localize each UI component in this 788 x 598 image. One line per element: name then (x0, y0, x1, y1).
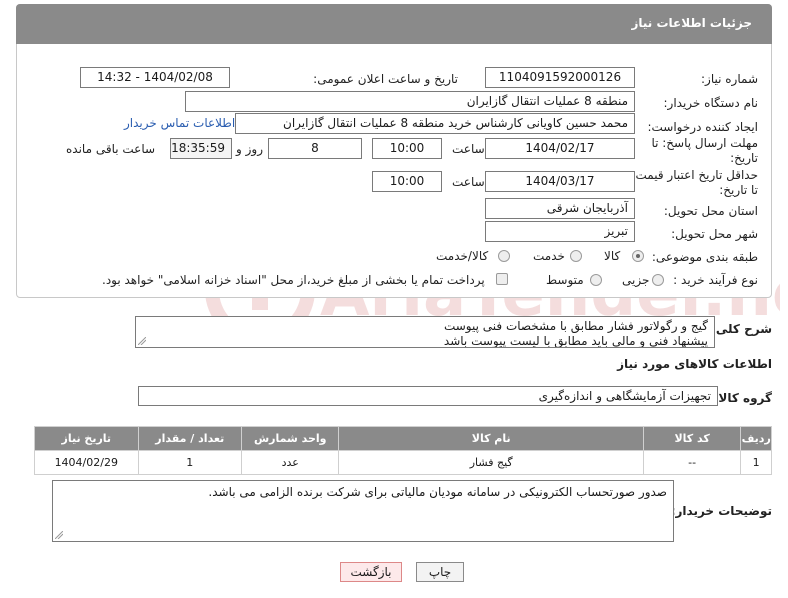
announce-datetime-field[interactable]: 1404/02/08 - 14:32 (80, 67, 230, 88)
description-line-1: گیج و رگولاتور فشار مطابق با مشخصات فنی … (443, 319, 708, 333)
announce-datetime-label: تاریخ و ساعت اعلان عمومی: (313, 72, 458, 86)
col-header-quantity: تعداد / مقدار (137, 426, 243, 451)
print-button[interactable]: چاپ (416, 562, 464, 582)
buyer-contact-link[interactable]: اطلاعات تماس خریدار (124, 116, 235, 130)
city-field[interactable]: تبریز (485, 221, 635, 242)
col-header-row-number: ردیف (740, 426, 772, 451)
process-radio-medium[interactable] (590, 274, 602, 286)
items-table: ردیف کد کالا نام کالا واحد شمارش تعداد /… (34, 426, 772, 475)
col-header-need-date: تاریخ نیاز (34, 426, 139, 451)
deadline-date-field[interactable]: 1404/02/17 (485, 138, 635, 159)
resize-handle-icon[interactable] (138, 337, 146, 345)
remaining-time-label: ساعت باقی مانده (66, 142, 156, 156)
table-header-row: ردیف کد کالا نام کالا واحد شمارش تعداد /… (34, 426, 772, 451)
category-option-goods-service: کالا/خدمت (436, 249, 489, 263)
category-option-service: خدمت (533, 249, 565, 263)
buyer-notes-textarea[interactable]: صدور صورتحساب الکترونیکی در سامانه مودیا… (52, 480, 674, 542)
days-label: روز و (236, 142, 263, 156)
cell-name: گیج فشار (338, 450, 644, 475)
cell-need-date: 1404/02/29 (34, 450, 139, 475)
cell-row-number: 1 (740, 450, 772, 475)
process-option-medium: متوسط (546, 273, 584, 287)
deadline-time-label: ساعت (452, 142, 485, 156)
payment-note: پرداخت تمام یا بخشی از مبلغ خرید،از محل … (102, 273, 485, 287)
col-header-name: نام کالا (338, 426, 644, 451)
category-radio-goods[interactable] (632, 250, 644, 262)
buyer-org-field[interactable]: منطقه 8 عملیات انتقال گازایران (185, 91, 635, 112)
treasury-checkbox[interactable] (496, 273, 508, 285)
table-row[interactable]: 1 -- گیج فشار عدد 1 1404/02/29 (34, 450, 772, 475)
category-radio-goods-service[interactable] (498, 250, 510, 262)
description-textarea[interactable]: گیج و رگولاتور فشار مطابق با مشخصات فنی … (135, 316, 715, 348)
requester-field[interactable]: محمد حسین کاویانی کارشناس خرید منطقه 8 ع… (235, 113, 635, 134)
back-button[interactable]: بازگشت (340, 562, 402, 582)
process-radio-minor[interactable] (652, 274, 664, 286)
process-label: نوع فرآیند خرید : (673, 273, 758, 287)
buyer-notes-label: توضیحات خریدار: (670, 504, 772, 518)
validity-time-label: ساعت (452, 175, 485, 189)
goods-group-label: گروه کالا: (713, 391, 772, 405)
requester-label: ایجاد کننده درخواست: (647, 120, 758, 134)
validity-date-field[interactable]: 1404/03/17 (485, 171, 635, 192)
resize-handle-icon[interactable] (55, 531, 63, 539)
deadline-label-date: تاریخ: (730, 151, 758, 165)
panel-header: جزئیات اطلاعات نیاز (16, 4, 772, 44)
cell-unit: عدد (241, 450, 340, 475)
col-header-unit: واحد شمارش (241, 426, 340, 451)
cell-code: -- (642, 450, 742, 475)
days-field[interactable]: 8 (268, 138, 362, 159)
description-line-2: پیشنهاد فنی و مالی باید مطابق با لیست پی… (443, 334, 708, 348)
category-label: طبقه بندی موضوعی: (651, 250, 758, 264)
validity-time-field[interactable]: 10:00 (372, 171, 442, 192)
city-label: شهر محل تحویل: (671, 227, 758, 241)
col-header-code: کد کالا (642, 426, 742, 451)
cell-quantity: 1 (137, 450, 243, 475)
panel-title: جزئیات اطلاعات نیاز (631, 16, 752, 30)
process-option-minor: جزیی (622, 273, 650, 287)
province-field[interactable]: آذربایجان شرقی (485, 198, 635, 219)
validity-label: حداقل تاریخ اعتبار قیمت: (631, 168, 758, 182)
category-radio-service[interactable] (570, 250, 582, 262)
need-number-label: شماره نیاز: (701, 72, 758, 86)
buyer-org-label: نام دستگاه خریدار: (663, 96, 759, 110)
deadline-label: مهلت ارسال پاسخ: تا (651, 136, 758, 150)
buyer-notes-text: صدور صورتحساب الکترونیکی در سامانه مودیا… (208, 485, 667, 499)
need-number-field[interactable]: 1104091592000126 (485, 67, 635, 88)
deadline-time-field[interactable]: 10:00 (372, 138, 442, 159)
category-option-goods: کالا (604, 249, 621, 263)
province-label: استان محل تحویل: (663, 204, 758, 218)
goods-group-field[interactable]: تجهیزات آزمایشگاهی و اندازه‌گیری (138, 386, 718, 406)
remaining-time-field: 18:35:59 (170, 138, 232, 159)
goods-info-title: اطلاعات کالاهای مورد نیاز (617, 357, 772, 371)
validity-label-date: تا تاریخ: (719, 183, 758, 197)
